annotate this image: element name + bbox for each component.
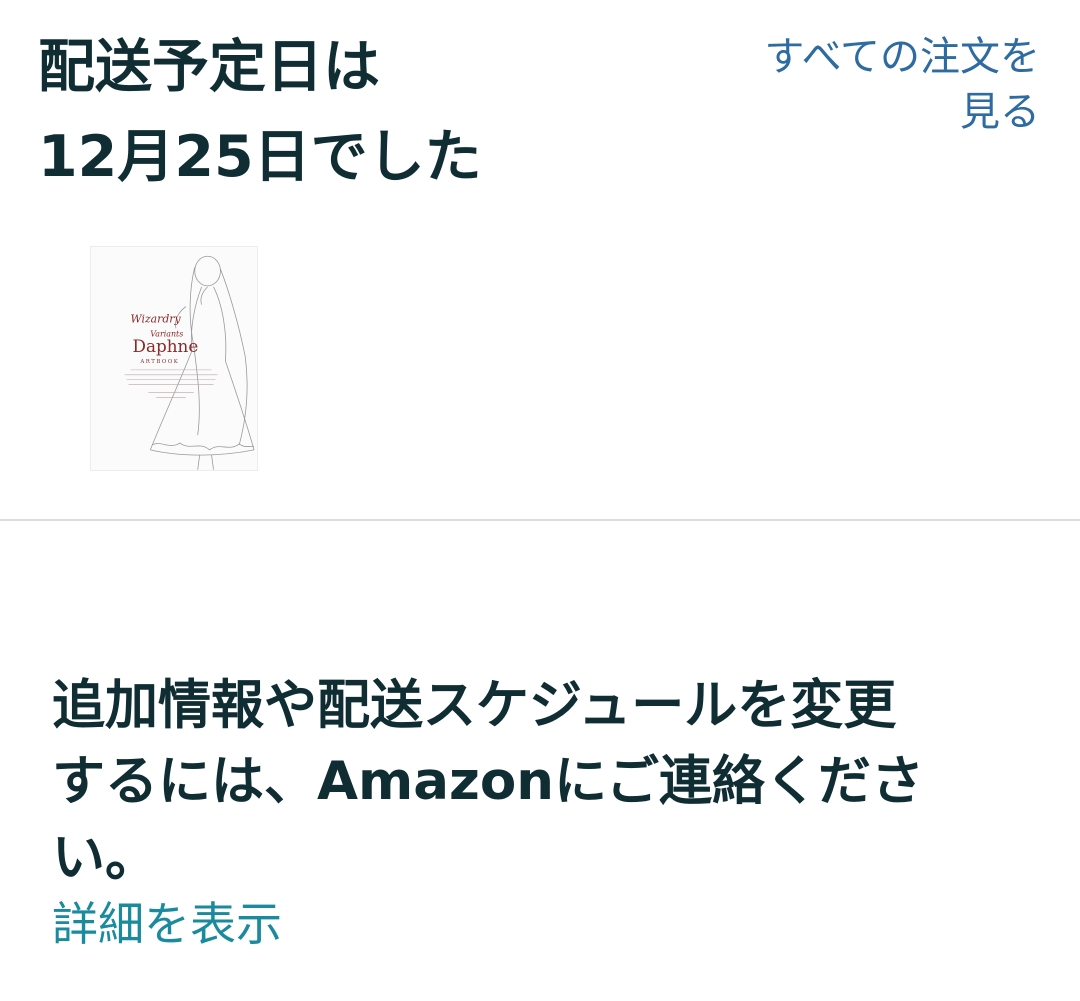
svg-text:Daphne: Daphne bbox=[133, 336, 199, 356]
view-all-orders-link[interactable]: すべての注文を 見る bbox=[720, 30, 1040, 140]
contact-amazon-message-line2: するには、Amazonにご連絡くださ bbox=[52, 751, 924, 812]
product-thumbnail[interactable]: Wizardry Variants Daphne ARTBOOK bbox=[90, 246, 258, 471]
delivery-date-heading: 配送予定日は 12月25日でした bbox=[38, 22, 698, 202]
contact-amazon-message-line1: 追加情報や配送スケジュールを変更 bbox=[52, 675, 897, 736]
svg-text:Wizardry: Wizardry bbox=[131, 312, 182, 325]
delivery-date-heading-line2: 12月25日でした bbox=[38, 124, 482, 190]
svg-text:ARTBOOK: ARTBOOK bbox=[139, 359, 179, 365]
artbook-cover-image: Wizardry Variants Daphne ARTBOOK bbox=[91, 247, 257, 470]
section-divider bbox=[0, 519, 1080, 521]
contact-amazon-message: 追加情報や配送スケジュールを変更 するには、Amazonにご連絡くださ い。 bbox=[52, 668, 1012, 896]
contact-amazon-message-line3: い。 bbox=[52, 827, 158, 888]
delivery-date-heading-line1: 配送予定日は bbox=[38, 34, 380, 100]
view-all-orders-link-line2: 見る bbox=[960, 89, 1040, 135]
view-all-orders-link-line1: すべての注文を bbox=[764, 34, 1040, 80]
view-details-link[interactable]: 詳細を表示 bbox=[52, 893, 282, 955]
